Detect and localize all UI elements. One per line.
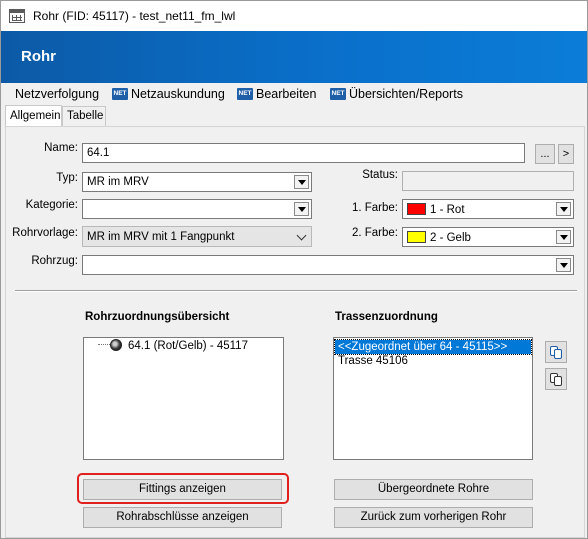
menu-label: Netzverfolgung bbox=[15, 87, 100, 101]
net-icon: NET bbox=[237, 88, 253, 100]
rohrzuordnung-tree[interactable]: 64.1 (Rot/Gelb) - 45117 bbox=[83, 337, 284, 460]
net-icon: NET bbox=[112, 88, 128, 100]
kategorie-select[interactable] bbox=[82, 199, 312, 219]
title-bar: Rohr (FID: 45117) - test_net11_fm_lwl bbox=[1, 1, 587, 31]
name-label: Name: bbox=[44, 142, 78, 154]
name-input[interactable]: 64.1 bbox=[82, 143, 525, 163]
rohrzug-label: Rohrzug: bbox=[31, 255, 78, 267]
window-title: Rohr (FID: 45117) - test_net11_fm_lwl bbox=[33, 9, 236, 23]
dialog-window: Rohr (FID: 45117) - test_net11_fm_lwl Ro… bbox=[0, 0, 588, 539]
color-swatch-yellow bbox=[407, 231, 426, 243]
kategorie-label: Kategorie: bbox=[25, 199, 78, 211]
chevron-down-icon bbox=[556, 258, 571, 272]
farbe2-select[interactable]: 2 - Gelb bbox=[402, 227, 574, 247]
chevron-down-icon bbox=[556, 230, 571, 244]
trassen-title: Trassenzuordnung bbox=[335, 311, 438, 323]
typ-select[interactable]: MR im MRV bbox=[82, 172, 312, 192]
menu-bearbeiten[interactable]: NET Bearbeiten bbox=[237, 87, 316, 101]
header-banner: Rohr bbox=[1, 31, 587, 83]
tab-panel-allgemein: Name: 64.1 ... > Typ: MR im MRV Status: … bbox=[5, 126, 585, 538]
rohrzug-select[interactable] bbox=[82, 255, 574, 275]
trassen-list[interactable]: <<Zugeordnet über 64 - 45115>> Trasse 45… bbox=[333, 337, 533, 460]
menu-label: Netzauskundung bbox=[131, 87, 225, 101]
status-label: Status: bbox=[362, 169, 398, 181]
rohrabschluesse-anzeigen-button[interactable]: Rohrabschlüsse anzeigen bbox=[83, 507, 282, 528]
rohrvorlage-select[interactable]: MR im MRV mit 1 Fangpunkt bbox=[82, 226, 312, 247]
color-swatch-red bbox=[407, 203, 426, 215]
menu-label: Übersichten/Reports bbox=[349, 87, 463, 101]
farbe2-value: 2 - Gelb bbox=[430, 232, 471, 244]
fittings-anzeigen-button[interactable]: Fittings anzeigen bbox=[83, 479, 282, 500]
typ-value: MR im MRV bbox=[87, 176, 149, 188]
chevron-down-icon bbox=[296, 230, 307, 241]
paste-route-button[interactable] bbox=[545, 368, 567, 390]
copy-icon bbox=[550, 373, 562, 386]
rohrzuordnung-title: Rohrzuordnungsübersicht bbox=[85, 311, 230, 323]
farbe2-label: 2. Farbe: bbox=[351, 227, 398, 239]
menu-uebersichten-reports[interactable]: NET Übersichten/Reports bbox=[330, 87, 463, 101]
uebergeordnete-rohre-button[interactable]: Übergeordnete Rohre bbox=[334, 479, 533, 500]
tab-tabelle[interactable]: Tabelle bbox=[62, 106, 106, 126]
typ-label: Typ: bbox=[56, 172, 78, 184]
list-item[interactable]: Trasse 45106 bbox=[335, 354, 531, 368]
banner-title: Rohr bbox=[21, 48, 56, 65]
tree-item[interactable]: 64.1 (Rot/Gelb) - 45117 bbox=[128, 340, 248, 352]
menu-bar: Netzverfolgung NET Netzauskundung NET Be… bbox=[1, 83, 587, 105]
farbe1-label: 1. Farbe: bbox=[351, 202, 398, 214]
copy-icon bbox=[550, 346, 562, 359]
list-item-selected[interactable]: <<Zugeordnet über 64 - 45115>> bbox=[334, 339, 532, 355]
menu-netzauskundung[interactable]: NET Netzauskundung bbox=[112, 87, 225, 101]
next-button[interactable]: > bbox=[558, 144, 574, 164]
menu-netzverfolgung[interactable]: Netzverfolgung bbox=[15, 87, 99, 101]
menu-label: Bearbeiten bbox=[256, 87, 317, 101]
rohrvorlage-label: Rohrvorlage: bbox=[12, 227, 78, 239]
rohrvorlage-value: MR im MRV mit 1 Fangpunkt bbox=[87, 231, 235, 243]
tab-allgemein[interactable]: Allgemein bbox=[5, 105, 62, 126]
chevron-down-icon bbox=[556, 202, 571, 216]
copy-route-button[interactable] bbox=[545, 341, 567, 363]
divider bbox=[15, 290, 577, 292]
status-field bbox=[402, 171, 574, 191]
net-icon: NET bbox=[330, 88, 346, 100]
ellipsis-button[interactable]: ... bbox=[535, 144, 555, 164]
table-window-icon bbox=[9, 9, 25, 23]
zurueck-zum-vorherigen-rohr-button[interactable]: Zurück zum vorherigen Rohr bbox=[334, 507, 533, 528]
pipe-icon bbox=[110, 339, 122, 351]
farbe1-select[interactable]: 1 - Rot bbox=[402, 199, 574, 219]
farbe1-value: 1 - Rot bbox=[430, 204, 465, 216]
